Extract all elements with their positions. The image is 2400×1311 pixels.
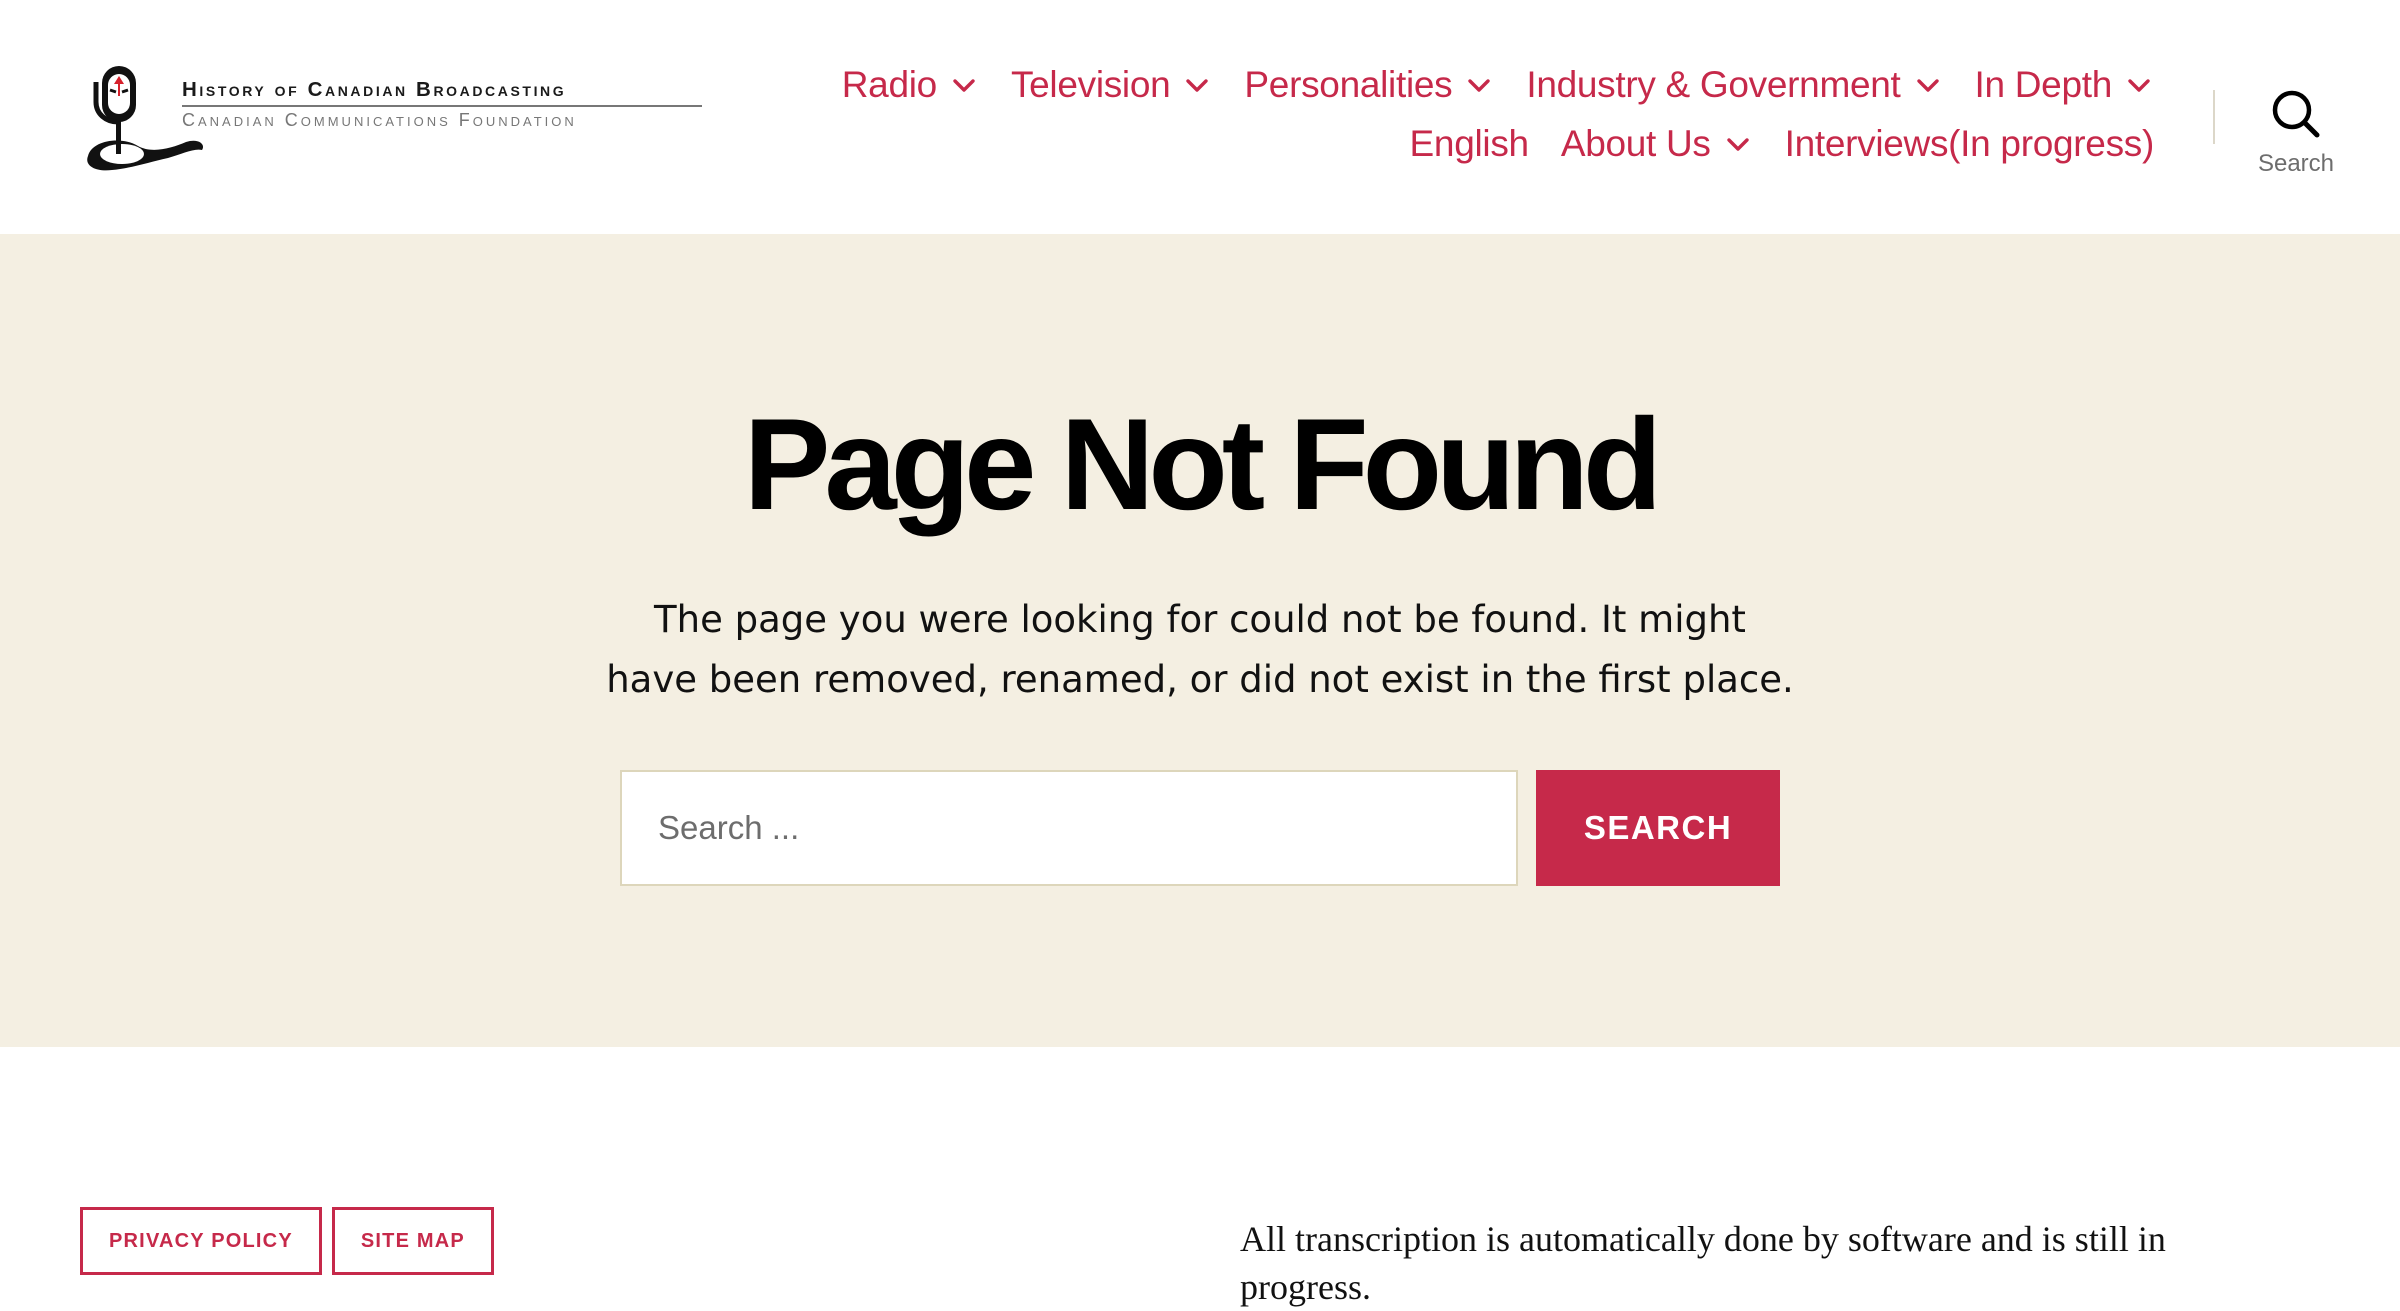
nav-item-label: About Us [1560,123,1711,164]
privacy-policy-link[interactable]: Privacy Policy [80,1207,322,1275]
page-title: Page Not Found [743,391,1663,537]
nav-item-about-us[interactable]: About Us [1561,119,1753,169]
search-icon [2272,90,2320,138]
nav-item-radio[interactable]: Radio [842,60,979,110]
not-found-section: Page Not Found The page you were looking… [0,234,2400,1047]
logo-divider [182,105,702,107]
search-input[interactable] [620,770,1518,886]
transcription-note: All transcription is automatically done … [1240,1219,2166,1307]
nav-item-label: Radio [841,64,937,105]
footer-links: Privacy Policy Site Map [80,1207,504,1275]
nav-item-personalities[interactable]: Personalities [1244,60,1494,110]
search-toggle-label: Search [2257,150,2335,177]
nav-item-label: Television [1010,64,1171,105]
nav-item-interviews[interactable]: Interviews(In progress) [1784,119,2155,169]
nav-item-english[interactable]: English [1409,119,1530,169]
nav-row-2: English About Us Interviews(In progress) [754,119,2155,169]
header-divider [2213,90,2215,144]
nav-item-label: English [1409,123,1530,164]
nav-item-label: Interviews(In progress) [1784,123,2155,164]
logo-text: History of Canadian Broadcasting Canadia… [182,78,712,131]
nav-item-television[interactable]: Television [1011,60,1212,110]
chevron-down-icon[interactable] [1184,72,1210,98]
not-found-message-line-1: The page you were looking for could not … [654,598,1746,641]
primary-nav: Radio Television Personalities Industry … [754,60,2155,178]
logo-title: History of Canadian Broadcasting [182,78,567,101]
search-submit-button[interactable]: Search [1536,770,1780,886]
not-found-message-line-2: have been removed, renamed, or did not e… [606,658,1794,701]
logo-subtitle: Canadian Communications Foundation [182,110,577,130]
chevron-down-icon[interactable] [1725,131,1751,157]
chevron-down-icon[interactable] [1915,72,1941,98]
nav-item-label: In Depth [1974,64,2113,105]
site-header: History of Canadian Broadcasting Canadia… [0,0,2400,234]
nav-item-in-depth[interactable]: In Depth [1975,60,2154,110]
chevron-down-icon[interactable] [1466,72,1492,98]
chevron-down-icon[interactable] [951,72,977,98]
nav-row-1: Radio Television Personalities Industry … [754,60,2154,110]
chevron-down-icon[interactable] [2126,72,2152,98]
nav-item-label: Personalities [1244,64,1453,105]
site-logo[interactable]: History of Canadian Broadcasting Canadia… [82,62,712,176]
search-toggle-button[interactable]: Search [2250,88,2342,188]
search-form: Search [620,770,1780,886]
site-footer: Privacy Policy Site Map All transcriptio… [0,1047,2400,1307]
nav-item-label: Industry & Government [1526,64,1901,105]
site-map-link[interactable]: Site Map [331,1207,494,1275]
nav-item-industry-government[interactable]: Industry & Government [1526,60,1942,110]
not-found-message: The page you were looking for could not … [600,590,1800,710]
